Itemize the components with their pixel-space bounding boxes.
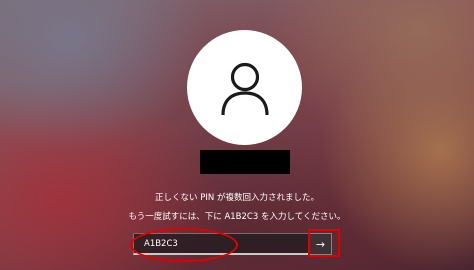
submit-button[interactable]: → <box>309 233 332 255</box>
user-avatar <box>187 30 302 145</box>
instruction-text: もう一度試すには、下に A1B2C3 を入力してください。 <box>128 212 346 222</box>
challenge-input[interactable] <box>133 233 309 255</box>
redacted-username <box>200 150 290 174</box>
arrow-right-icon: → <box>315 237 326 251</box>
error-message: 正しくない PIN が複数回入力されました。 <box>155 193 319 203</box>
user-icon <box>220 62 269 115</box>
